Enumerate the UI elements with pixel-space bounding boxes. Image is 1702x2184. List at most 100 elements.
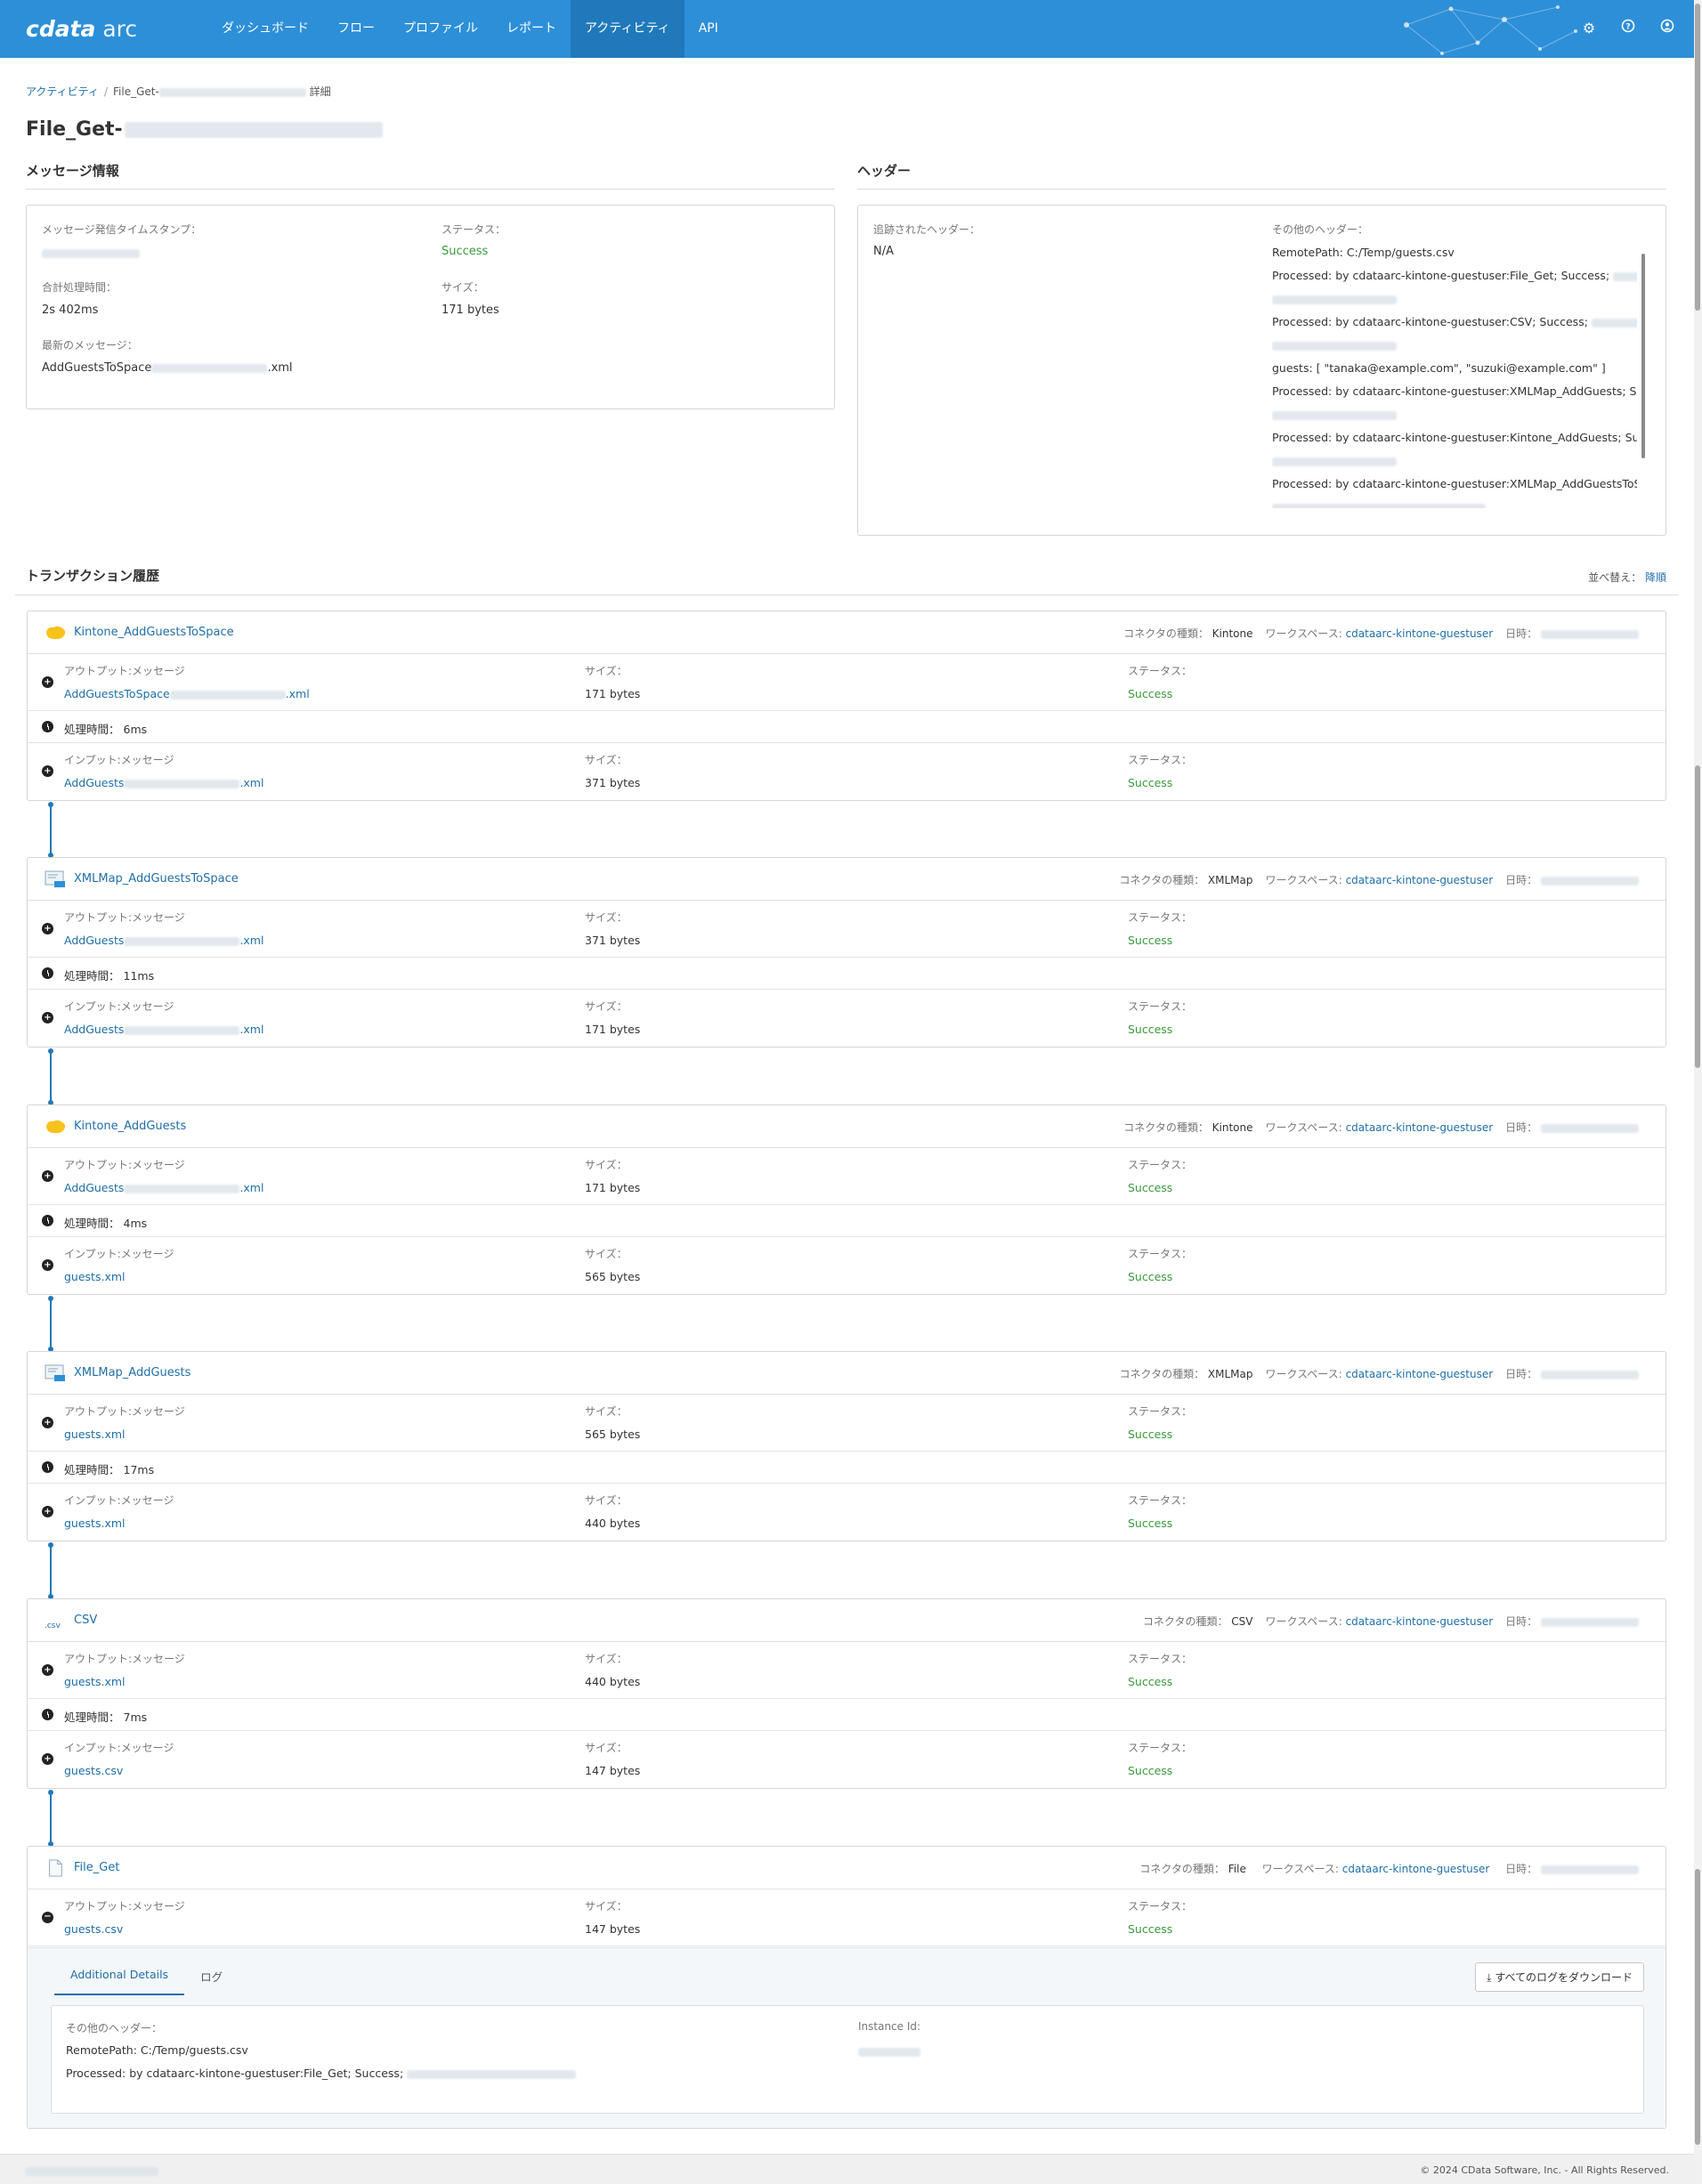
input-message-link[interactable]: guests.xml [64, 1270, 126, 1283]
expand-icon[interactable]: + [42, 1259, 53, 1271]
nav-profile[interactable]: プロファイル [389, 0, 492, 58]
expand-icon[interactable]: + [42, 1753, 53, 1765]
input-message-link[interactable]: AddGuests .xml [64, 776, 263, 789]
workspace-link[interactable]: cdataarc-kintone-guestuser [1342, 1863, 1490, 1875]
output-message-link[interactable]: AddGuests .xml [64, 1181, 263, 1194]
card-meta: コネクタの種類： CSV ワークスペース: cdataarc-kintone-gu… [1143, 1614, 1639, 1629]
transaction-history-title: トランザクション履歴 [26, 568, 160, 584]
output-message-link[interactable]: guests.xml [64, 1675, 126, 1688]
gear-icon[interactable]: ⚙ [1578, 18, 1600, 39]
total-time-label: 合計処理時間： [42, 281, 118, 294]
transaction-card: XMLMap_AddGuests コネクタの種類： XMLMap ワークスペース: … [27, 1351, 1666, 1541]
tracked-headers-value: N/A [873, 245, 894, 258]
card-meta: コネクタの種類： Kintone ワークスペース: cdataarc-kinton… [1123, 1120, 1639, 1135]
breadcrumb-detail: 詳細 [309, 85, 331, 98]
output-message-link[interactable]: guests.xml [64, 1428, 126, 1441]
header-line-blur [1272, 287, 1637, 311]
message-info-title: メッセージ情報 [26, 163, 119, 179]
user-icon[interactable] [1657, 18, 1678, 39]
copyright: © 2024 CData Software, Inc. - All Rights… [1420, 2164, 1669, 2176]
timestamp-value [42, 247, 140, 260]
expand-icon[interactable]: + [42, 1417, 53, 1428]
nav-activity[interactable]: アクティビティ [571, 0, 685, 58]
status-label: ステータス： [442, 223, 507, 236]
header-line: Processed: by cdataarc-kintone-guestuser… [1272, 311, 1637, 334]
page-title: File_Get- [26, 118, 383, 141]
card-title[interactable]: File_Get [74, 1861, 119, 1874]
transaction-card: Kintone_AddGuests コネクタの種類： Kintone ワークスペース… [27, 1104, 1666, 1295]
header-line: Processed: by cdataarc-kintone-guestuser… [1272, 426, 1637, 449]
transaction-card-file-get: File_Get コネクタの種類： File ワークスペース: cdataarc… [27, 1846, 1666, 2129]
page-scrollbar[interactable] [1694, 0, 1702, 2184]
clock-icon [42, 1215, 53, 1226]
xmlmap-icon [45, 870, 65, 887]
header-line: guests: [ "tanaka@example.com", "suzuki@… [1272, 361, 1606, 375]
input-message-link[interactable]: AddGuests .xml [64, 1023, 263, 1036]
total-time-value: 2s 402ms [42, 303, 99, 317]
card-title[interactable]: Kintone_AddGuests [74, 1120, 186, 1133]
tab-additional-details[interactable]: Additional Details [54, 1961, 185, 1995]
expand-icon[interactable]: + [42, 923, 53, 934]
processing-time-row: 処理時間： 7ms [28, 1699, 1666, 1731]
breadcrumb-activity[interactable]: アクティビティ [26, 85, 99, 98]
output-message-link[interactable]: AddGuestsToSpace .xml [64, 687, 310, 700]
output-message-row: + アウトプット:メッセージ guests.xml サイズ： 565 bytes ステータ… [28, 1395, 1666, 1452]
clock-icon [42, 1709, 53, 1720]
expand-icon[interactable]: + [42, 1012, 53, 1023]
workspace-link[interactable]: cdataarc-kintone-guestuser [1346, 627, 1494, 640]
card-title[interactable]: XMLMap_AddGuests [74, 1366, 190, 1379]
network-decoration [1404, 5, 1577, 55]
footer: © 2024 CData Software, Inc. - All Rights… [0, 2154, 1694, 2184]
expand-icon[interactable]: + [42, 1664, 53, 1676]
kintone-icon [46, 1120, 66, 1134]
csv-icon: .csv [45, 1612, 64, 1630]
header-line-blur [1272, 496, 1637, 508]
nav-report[interactable]: レポート [492, 0, 571, 58]
expand-icon[interactable]: + [42, 676, 53, 688]
card-title[interactable]: XMLMap_AddGuestsToSpace [74, 872, 239, 886]
top-navbar: cdata arc ダッシュボード フロー プロファイル レポート アクティビテ… [0, 0, 1694, 58]
processing-time-row: 処理時間： 6ms [28, 711, 1666, 743]
collapse-icon[interactable]: − [42, 1912, 53, 1923]
workspace-link[interactable]: cdataarc-kintone-guestuser [1346, 1615, 1494, 1628]
input-message-row: + インプット:メッセージ AddGuests .xml サイズ： 171 bytes ステ… [28, 990, 1666, 1047]
file-icon [49, 1859, 62, 1877]
expand-icon[interactable]: + [42, 1170, 53, 1182]
output-message-row: + アウトプット:メッセージ AddGuestsToSpace .xml サイズ： 171… [28, 654, 1666, 711]
flow-connector [48, 802, 53, 858]
sort-order-link[interactable]: 降順 [1645, 571, 1666, 584]
tab-log[interactable]: ログ [184, 1961, 239, 1995]
nav-api[interactable]: API [685, 0, 733, 58]
header-line: Processed: by cdataarc-kintone-guestuser… [1272, 384, 1637, 398]
expand-icon[interactable]: + [42, 765, 53, 777]
input-message-row: + インプット:メッセージ guests.csv サイズ： 147 bytes ステータス… [28, 1731, 1666, 1788]
card-meta: コネクタの種類： Kintone ワークスペース: cdataarc-kinton… [1123, 626, 1639, 641]
other-headers-list[interactable]: RemotePath: C:/Temp/guests.csv Processed… [1272, 241, 1637, 508]
workspace-link[interactable]: cdataarc-kintone-guestuser [1346, 874, 1494, 886]
processing-time-row: 処理時間： 4ms [28, 1205, 1666, 1237]
transaction-card: .csv CSV コネクタの種類： CSV ワークスペース: cdataarc-kin… [27, 1598, 1666, 1789]
additional-details-panel: Additional Details ログ ⤓ すべてのログをダウンロード その… [28, 1947, 1666, 2128]
svg-text:?: ? [1625, 23, 1630, 32]
workspace-link[interactable]: cdataarc-kintone-guestuser [1346, 1121, 1494, 1134]
card-title[interactable]: CSV [74, 1614, 97, 1627]
headers-scrollbar[interactable] [1641, 241, 1646, 508]
input-message-link[interactable]: guests.xml [64, 1517, 126, 1530]
cdata-arc-logo[interactable]: cdata arc [26, 16, 137, 42]
nav-flow[interactable]: フロー [323, 0, 389, 58]
timestamp-label: メッセージ発信タイムスタンプ： [42, 223, 202, 236]
expand-icon[interactable]: + [42, 1506, 53, 1517]
output-message-link[interactable]: guests.csv [64, 1922, 123, 1936]
workspace-link[interactable]: cdataarc-kintone-guestuser [1346, 1368, 1494, 1380]
nav-dashboard[interactable]: ダッシュボード [207, 0, 323, 58]
input-message-row: + インプット:メッセージ guests.xml サイズ： 565 bytes ステータス… [28, 1237, 1666, 1294]
latest-message-link[interactable]: AddGuestsToSpace .xml [42, 361, 293, 375]
processing-time-row: 処理時間： 17ms [28, 1452, 1666, 1484]
download-all-logs-button[interactable]: ⤓ すべてのログをダウンロード [1475, 1962, 1644, 1992]
card-title[interactable]: Kintone_AddGuestsToSpace [74, 626, 234, 639]
output-message-row: + アウトプット:メッセージ AddGuests .xml サイズ： 371 bytes ス… [28, 901, 1666, 958]
input-message-link[interactable]: guests.csv [64, 1764, 123, 1777]
help-icon[interactable]: ? [1617, 18, 1639, 39]
output-message-link[interactable]: AddGuests .xml [64, 934, 263, 947]
transaction-card: XMLMap_AddGuestsToSpace コネクタの種類： XMLMap ワー… [27, 857, 1666, 1048]
